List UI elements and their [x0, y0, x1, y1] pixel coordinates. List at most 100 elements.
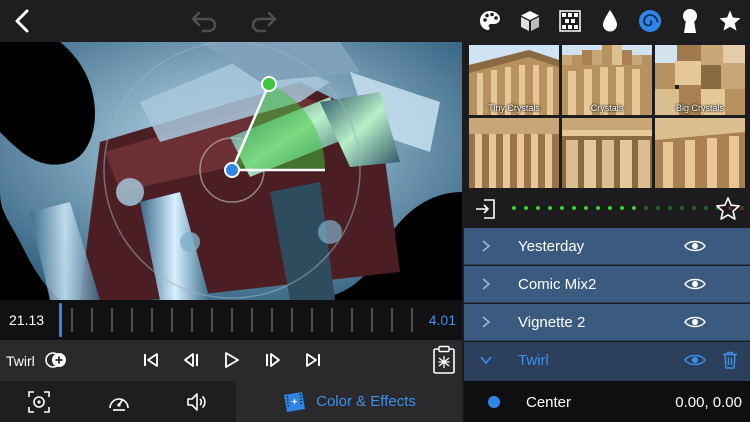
effect-toggle-button[interactable]: [44, 351, 68, 369]
tool-drop[interactable]: [590, 6, 630, 36]
chevron-right-icon: [482, 278, 491, 290]
drop-icon: [603, 10, 617, 32]
tool-keyhole[interactable]: [670, 6, 710, 36]
eye-icon[interactable]: [684, 277, 706, 291]
tool-pattern[interactable]: [550, 6, 590, 36]
palette-icon: [480, 11, 500, 30]
skip-to-start-button[interactable]: [140, 350, 162, 370]
strength-dot: [704, 206, 708, 210]
video-preview[interactable]: [0, 42, 462, 300]
cube-icon: [521, 11, 539, 31]
top-toolbar: [0, 0, 750, 42]
undo-button[interactable]: [189, 8, 219, 34]
preset-thumb[interactable]: [562, 118, 652, 188]
eye-icon[interactable]: [684, 239, 706, 253]
parameter-value: 0.00, 0.00: [675, 394, 742, 411]
chevron-right-icon: [482, 240, 491, 252]
center-dot-icon: [488, 396, 500, 408]
parameter-center-row[interactable]: Center 0.00, 0.00: [464, 381, 750, 422]
effect-clipboard-button[interactable]: [432, 345, 456, 375]
preset-thumb[interactable]: [655, 118, 745, 188]
tool-star[interactable]: [710, 6, 750, 36]
back-button[interactable]: [8, 6, 36, 36]
strength-dot: [608, 206, 612, 210]
strength-dot: [680, 206, 684, 210]
strength-dot: [668, 206, 672, 210]
layer-row-vignette-2[interactable]: Vignette 2: [464, 304, 750, 341]
strength-dot: [644, 206, 648, 210]
preset-preview: [655, 118, 745, 188]
parameter-name: Center: [526, 394, 572, 411]
star-outline-icon: [716, 197, 740, 220]
strength-dot: [656, 206, 660, 210]
effect-strength-row: [464, 190, 750, 228]
preset-label: Tiny Crystals: [488, 103, 540, 113]
preset-label: Crystals: [590, 103, 624, 113]
skip-back-icon: [144, 353, 158, 367]
step-back-button[interactable]: [181, 350, 203, 370]
strength-dot: [536, 206, 540, 210]
step-forward-icon: [266, 353, 280, 367]
strength-dot: [596, 206, 600, 210]
frame-button[interactable]: [26, 389, 52, 415]
strength-dot: [524, 206, 528, 210]
star-icon: [719, 10, 741, 31]
volume-icon: [187, 393, 206, 411]
trash-icon[interactable]: [722, 351, 738, 369]
layer-row-yesterday[interactable]: Yesterday: [464, 228, 750, 265]
film-sparkle-icon: [284, 391, 306, 412]
layer-row-twirl[interactable]: Twirl: [464, 342, 750, 381]
playhead[interactable]: [59, 303, 62, 337]
angle-handle[interactable]: [261, 76, 277, 92]
step-forward-button[interactable]: [261, 350, 283, 370]
app-window: 21.13 4.01 Twirl Color & Effects Tiny Cr…: [0, 0, 750, 422]
strength-dot: [560, 206, 564, 210]
layer-name: Comic Mix2: [518, 276, 597, 293]
preset-thumb[interactable]: Tiny Crystals: [469, 45, 559, 115]
effect-presets-grid: Tiny Crystals Crystals Big Crystals: [464, 42, 750, 190]
import-button[interactable]: [474, 197, 498, 221]
effect-layers-list: Yesterday Comic Mix2 Vignette 2 Twirl: [464, 228, 750, 381]
preset-thumb[interactable]: [469, 118, 559, 188]
redo-icon: [251, 11, 277, 33]
frame-icon: [28, 391, 50, 413]
speed-button[interactable]: [106, 389, 132, 415]
color-effects-label: Color & Effects: [316, 393, 416, 410]
volume-button[interactable]: [184, 389, 210, 415]
layer-row-comic-mix2[interactable]: Comic Mix2: [464, 266, 750, 303]
tool-palette[interactable]: [470, 6, 510, 36]
swirl-icon: [639, 10, 661, 32]
color-effects-tab[interactable]: Color & Effects: [236, 381, 462, 422]
keyhole-icon: [683, 9, 697, 33]
layer-name: Yesterday: [518, 238, 585, 255]
chevron-left-icon: [15, 9, 29, 33]
play-button[interactable]: [220, 350, 242, 370]
play-icon: [225, 352, 239, 368]
layer-name: Vignette 2: [518, 314, 586, 331]
eye-icon[interactable]: [684, 353, 706, 367]
strength-dot: [692, 206, 696, 210]
timeline-start-time: 21.13: [9, 312, 45, 328]
eye-icon[interactable]: [684, 315, 706, 329]
preset-label: Big Crystals: [675, 103, 724, 113]
chevron-right-icon: [482, 316, 491, 328]
strength-dot: [572, 206, 576, 210]
import-icon: [476, 199, 495, 219]
timeline-end-time: 4.01: [428, 312, 456, 328]
tool-cube[interactable]: [510, 6, 550, 36]
current-effect-name: Twirl: [6, 353, 35, 369]
tool-swirl[interactable]: [630, 6, 670, 36]
favorite-button[interactable]: [715, 196, 741, 222]
preset-thumb[interactable]: Crystals: [562, 45, 652, 115]
effect-clipboard-icon: [433, 345, 455, 374]
transport-controls: Twirl: [0, 340, 462, 381]
step-back-icon: [184, 353, 198, 367]
preset-thumb[interactable]: Big Crystals: [655, 45, 745, 115]
redo-button[interactable]: [249, 8, 279, 34]
skip-to-end-button[interactable]: [302, 350, 324, 370]
timeline[interactable]: 21.13 4.01: [0, 300, 462, 340]
chevron-down-icon: [480, 356, 492, 365]
skip-forward-icon: [306, 353, 320, 367]
effect-category-bar: [470, 6, 750, 36]
center-handle[interactable]: [224, 162, 240, 178]
